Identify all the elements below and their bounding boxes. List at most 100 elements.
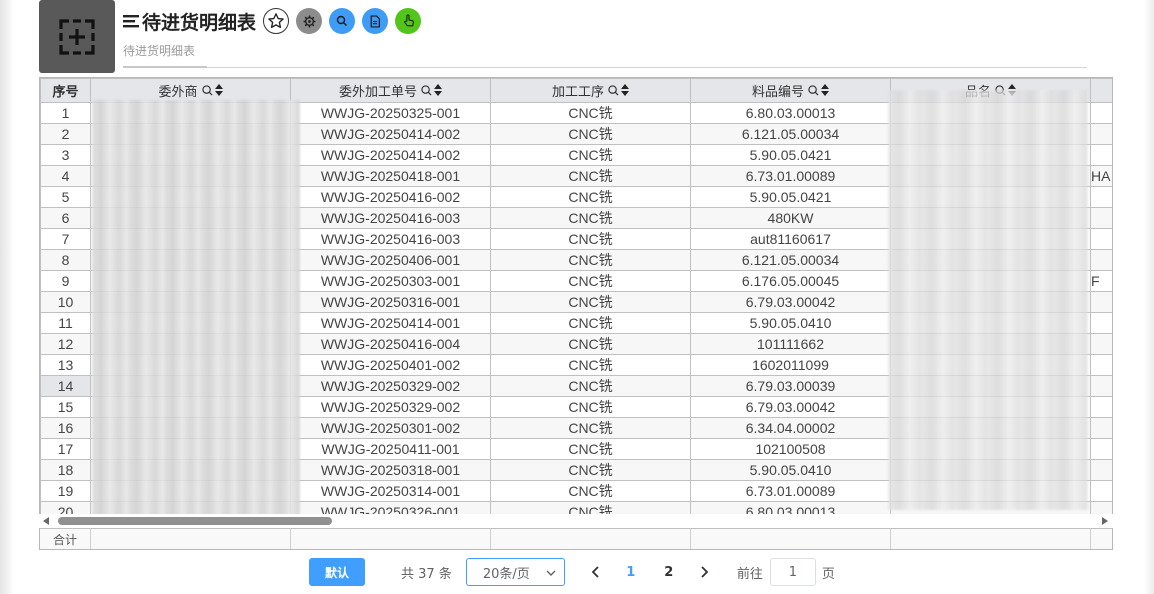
col-header-order-no[interactable]: 委外加工单号 <box>290 78 491 103</box>
cell-seq: 13 <box>40 354 91 376</box>
page-title: 待进货明细表 <box>142 11 257 34</box>
cell-seq: 7 <box>40 228 91 250</box>
total-count: 共 37 条 <box>401 566 452 582</box>
sort-icon[interactable] <box>434 84 442 100</box>
cell-process: CNC铣 <box>490 207 691 229</box>
cell-seq: 11 <box>40 312 91 334</box>
horizontal-scrollbar[interactable] <box>39 514 1113 528</box>
sort-icon[interactable] <box>214 84 223 100</box>
cell-process: CNC铣 <box>490 396 691 418</box>
header-divider-accent <box>123 66 207 68</box>
cell-extra <box>1090 417 1112 439</box>
sort-icon[interactable] <box>821 84 829 100</box>
cell-part-no: 5.90.05.0421 <box>690 144 891 166</box>
goto-suffix: 页 <box>821 566 835 582</box>
cell-order-no: WWJG-20250314-001 <box>290 480 491 502</box>
settings-button[interactable] <box>296 8 323 34</box>
col-header-part-no[interactable]: 料品编号 <box>690 78 891 103</box>
hand-pointer-icon <box>403 14 414 27</box>
cell-seq: 9 <box>40 270 91 292</box>
cell-part-no: 6.79.03.00039 <box>690 375 891 397</box>
cell-process: CNC铣 <box>490 165 691 187</box>
cell-seq: 6 <box>40 207 91 229</box>
cell-order-no: WWJG-20250416-003 <box>290 207 491 229</box>
cell-part-no: 6.79.03.00042 <box>690 291 891 313</box>
cell-process: CNC铣 <box>490 270 691 292</box>
page-1-button[interactable]: 1 <box>621 565 641 580</box>
cell-order-no: WWJG-20250416-003 <box>290 228 491 250</box>
cell-part-no: 101111662 <box>690 333 891 355</box>
cell-part-no: 6.80.03.00013 <box>690 102 891 124</box>
cell-order-no: WWJG-20250411-001 <box>290 438 491 460</box>
page-2-button[interactable]: 2 <box>659 565 679 580</box>
menu-icon[interactable] <box>123 14 139 28</box>
filter-search-icon[interactable] <box>808 85 819 100</box>
cell-process: CNC铣 <box>490 459 691 481</box>
cell-extra <box>1090 228 1112 250</box>
cell-part-no: 480KW <box>690 207 891 229</box>
sort-icon[interactable] <box>621 84 629 100</box>
scroll-thumb[interactable] <box>58 517 332 525</box>
right-shadow <box>1144 0 1154 594</box>
cell-seq: 3 <box>40 144 91 166</box>
cell-process: CNC铣 <box>490 102 691 124</box>
cell-extra <box>1090 312 1112 334</box>
cell-extra <box>1090 291 1112 313</box>
cell-process: CNC铣 <box>490 312 691 334</box>
cell-seq: 15 <box>40 396 91 418</box>
cell-process: CNC铣 <box>490 354 691 376</box>
cell-order-no: WWJG-20250329-002 <box>290 396 491 418</box>
cell-part-no: 6.121.05.00034 <box>690 249 891 271</box>
page-size-value: 20条/页 <box>482 566 530 582</box>
cell-order-no: WWJG-20250318-001 <box>290 459 491 481</box>
app-icon <box>39 0 115 73</box>
cell-seq: 17 <box>40 438 91 460</box>
cell-part-no: 1602011099 <box>690 354 891 376</box>
cell-part-no: 5.90.05.0421 <box>690 186 891 208</box>
next-page-button[interactable] <box>697 566 711 578</box>
cell-order-no: WWJG-20250316-001 <box>290 291 491 313</box>
favorite-button[interactable] <box>263 8 290 34</box>
total-row: 合计 <box>39 528 1113 550</box>
search-button[interactable] <box>329 8 356 34</box>
star-icon <box>268 13 284 29</box>
cell-extra: F <box>1090 270 1112 292</box>
page-size-select[interactable]: 20条/页 <box>465 558 565 586</box>
export-button[interactable] <box>362 8 389 34</box>
cell-seq: 10 <box>40 291 91 313</box>
default-button[interactable]: 默认 <box>309 558 365 586</box>
filter-search-icon[interactable] <box>421 85 432 100</box>
pagination: 默认 共 37 条 20条/页 1 2 前往 1 页 <box>309 558 835 586</box>
cell-seq: 16 <box>40 417 91 439</box>
cell-process: CNC铣 <box>490 249 691 271</box>
data-table[interactable]: 序号 委外商 委外加工单号 加工工序 料品编号 品名 1WWJG-2025032… <box>39 77 1113 550</box>
col-header-process[interactable]: 加工工序 <box>490 78 691 103</box>
cell-extra <box>1090 207 1112 229</box>
goto-page-input[interactable]: 1 <box>769 558 816 586</box>
action-button[interactable] <box>395 8 422 34</box>
goto-label: 前往 <box>736 566 763 582</box>
cell-part-no: 5.90.05.0410 <box>690 459 891 481</box>
prev-page-button[interactable] <box>589 566 603 578</box>
header-divider <box>123 67 1087 68</box>
cell-process: CNC铣 <box>490 123 691 145</box>
cell-seq: 19 <box>40 480 91 502</box>
cell-process: CNC铣 <box>490 333 691 355</box>
cell-extra <box>1090 102 1112 124</box>
cell-part-no: 102100508 <box>690 438 891 460</box>
cell-order-no: WWJG-20250401-002 <box>290 354 491 376</box>
filter-search-icon[interactable] <box>201 85 213 100</box>
cell-process: CNC铣 <box>490 417 691 439</box>
col-header-vendor[interactable]: 委外商 <box>90 78 291 103</box>
cell-process: CNC铣 <box>490 480 691 502</box>
cell-order-no: WWJG-20250418-001 <box>290 165 491 187</box>
add-frame-icon <box>59 18 95 55</box>
document-icon <box>370 14 380 28</box>
cell-part-no: 6.176.05.00045 <box>690 270 891 292</box>
cell-extra <box>1090 123 1112 145</box>
scroll-left-icon[interactable] <box>43 517 49 525</box>
cell-seq: 4 <box>40 165 91 187</box>
cell-process: CNC铣 <box>490 438 691 460</box>
filter-search-icon[interactable] <box>608 85 619 100</box>
scroll-right-icon[interactable] <box>1102 517 1108 525</box>
